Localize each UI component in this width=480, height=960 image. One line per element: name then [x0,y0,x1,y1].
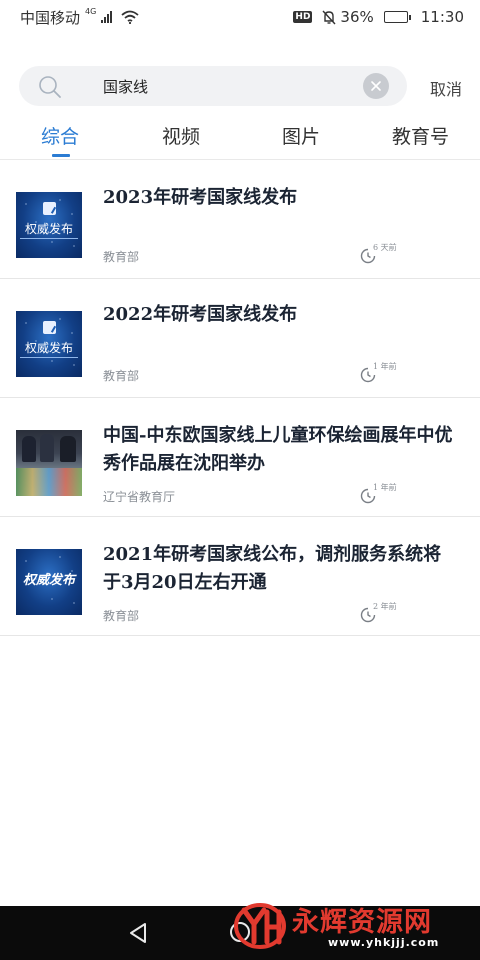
search-icon [39,76,61,98]
tab-video[interactable]: 视频 [162,122,200,149]
tab-education-accounts[interactable]: 教育号 [392,122,449,149]
status-right: HD 36% 11:30 [293,8,464,26]
news-title[interactable]: 中国-中东欧国家线上儿童环保绘画展年中优秀作品展在沈阳举办 [103,422,459,478]
signal-icon [101,11,113,23]
status-bar: 中国移动 4G HD 36% 11:30 [0,0,480,34]
watermark-name: 永辉资源网 [292,907,432,938]
list-item[interactable]: 权威发布 2021年研考国家线公布，调剂服务系统将于3月20日左右开通 教育部 … [0,517,480,636]
clear-search-button[interactable] [363,73,389,99]
search-query[interactable]: 国家线 [103,76,148,97]
news-thumbnail: 权威发布 [16,549,82,615]
time-label: 1 年前 [373,483,397,492]
list-item[interactable]: 中国-中东欧国家线上儿童环保绘画展年中优秀作品展在沈阳举办 辽宁省教育厅 1 年… [0,398,480,517]
back-icon[interactable] [128,922,148,944]
watermark-url: www.yhkjjj.com [328,936,440,949]
news-source: 教育部 [103,609,140,623]
tab-comprehensive[interactable]: 综合 [41,122,79,149]
emblem-icon [43,321,56,334]
search-input[interactable]: 国家线 [19,66,407,106]
cancel-button[interactable]: 取消 [430,76,462,100]
active-tab-indicator [52,154,70,157]
mute-bell-icon [322,10,336,24]
news-title[interactable]: 2022年研考国家线发布 [103,301,459,329]
battery-icon [383,11,411,23]
news-time: 1 年前 [360,361,420,385]
thumbnail-caption: 权威发布 [24,341,73,355]
time-label: 6 天前 [373,243,397,252]
news-source: 教育部 [103,369,140,383]
network-type: 4G [85,6,97,16]
time-label: 1 年前 [373,362,397,371]
close-icon [371,81,381,91]
news-time: 2 年前 [360,601,420,625]
time-label: 2 年前 [373,602,397,611]
status-left: 中国移动 4G [20,7,139,28]
search-row: 国家线 取消 [0,66,480,106]
category-tabs: 综合 视频 图片 教育号 [0,118,480,160]
hd-badge: HD [293,11,313,23]
thumbnail-caption: 权威发布 [24,222,73,236]
thumbnail-caption: 权威发布 [22,573,75,588]
watermark-logo [234,903,286,949]
carrier-name: 中国移动 [20,8,81,27]
news-source: 教育部 [103,250,140,264]
tab-images[interactable]: 图片 [282,122,320,149]
clock-time: 11:30 [420,8,464,26]
battery-percent: 36% [340,8,374,26]
watermark: 永辉资源网 www.yhkjjj.com [232,896,472,958]
news-title[interactable]: 2021年研考国家线公布，调剂服务系统将于3月20日左右开通 [103,541,459,597]
news-time: 6 天前 [360,242,420,266]
news-source: 辽宁省教育厅 [103,490,176,504]
news-time: 1 年前 [360,482,420,506]
news-thumbnail: 权威发布 [16,192,82,258]
news-photo [16,430,82,496]
list-item[interactable]: 权威发布 2022年研考国家线发布 教育部 1 年前 [0,279,480,398]
emblem-icon [43,202,56,215]
list-item[interactable]: 权威发布 2023年研考国家线发布 教育部 6 天前 [0,160,480,279]
wifi-icon [121,10,139,24]
news-thumbnail: 权威发布 [16,311,82,377]
news-list: 权威发布 2023年研考国家线发布 教育部 6 天前 权威发布 2022年研考国… [0,160,480,636]
news-title[interactable]: 2023年研考国家线发布 [103,184,459,212]
